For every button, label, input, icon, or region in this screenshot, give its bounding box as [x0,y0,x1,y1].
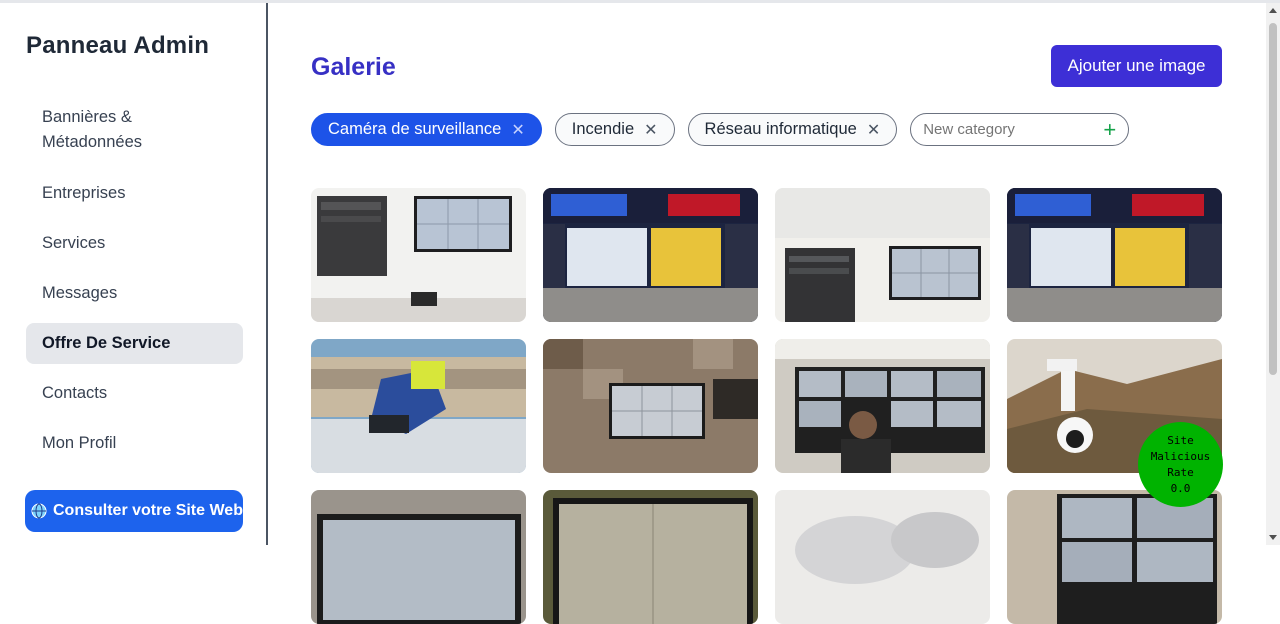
monitor-wall-photo [775,339,990,473]
gallery-image[interactable] [543,188,758,322]
sidebar-item-bannieres[interactable]: Bannières & Métadonnées [26,101,243,159]
new-category-field: + [910,113,1130,146]
sidebar-item-label: Services [42,234,106,252]
site-malicious-rate-badge: Site Malicious Rate 0.0 [1138,422,1223,507]
sidebar-item-entreprises[interactable]: Entreprises [26,173,243,214]
sidebar-item-services[interactable]: Services [26,223,243,264]
close-icon[interactable]: ✕ [644,120,657,140]
monitor-photo [543,490,758,624]
plus-icon[interactable]: + [1103,118,1116,141]
gallery-image[interactable] [775,188,990,322]
scrollbar-thumb[interactable] [1269,23,1277,375]
add-image-button[interactable]: Ajouter une image [1051,45,1222,87]
category-chip-label: Incendie [571,120,635,138]
sidebar-item-offre-de-service[interactable]: Offre De Service [26,323,243,364]
close-icon[interactable]: ✕ [511,120,524,140]
sidebar-item-label: Entreprises [42,184,126,202]
sidebar-item-label: Messages [42,284,118,302]
gallery-image[interactable] [543,490,758,624]
storefront-photo [543,188,758,322]
category-chip-label: Réseau informatique [704,120,857,138]
sidebar-title: Panneau Admin [26,32,210,59]
view-website-label: Consulter votre Site Web [53,502,243,519]
gallery-image[interactable] [1007,188,1222,322]
page-title: Galerie [311,53,396,81]
category-chip-label: Caméra de surveillance [328,120,502,138]
new-category-input[interactable] [923,121,1094,138]
category-chip[interactable]: Réseau informatique ✕ [687,113,898,146]
scroll-down-arrow-icon[interactable] [1269,535,1277,540]
badge-line: Rate [1167,465,1194,479]
gallery-image[interactable] [1007,490,1222,624]
monitor-wall-photo [1007,490,1222,624]
view-website-button[interactable]: Consulter votre Site Web [25,490,243,532]
rooftop-install-photo [311,339,526,473]
badge-value: 0.0 [1170,481,1191,495]
badge-line: Malicious [1150,449,1211,463]
sidebar-item-label: Métadonnées [42,133,142,151]
sidebar-item-contacts[interactable]: Contacts [26,373,243,414]
sidebar-item-label: Offre De Service [42,334,171,352]
gallery-image[interactable] [311,188,526,322]
gallery-image[interactable] [543,339,758,473]
sidebar-item-label: Contacts [42,384,108,402]
gallery-image[interactable] [311,339,526,473]
gallery-image[interactable] [775,339,990,473]
category-chips: Caméra de surveillance ✕ Incendie ✕ Rése… [311,113,1130,146]
gallery-grid [311,188,1223,624]
stone-wall-monitor-photo [543,339,758,473]
main-content: Galerie Ajouter une image Caméra de surv… [270,3,1266,624]
monitor-photo [311,490,526,624]
scroll-up-arrow-icon[interactable] [1269,8,1277,13]
sidebar-item-label: Mon Profil [42,434,117,452]
globe-icon [31,503,47,519]
sidebar-item-mon-profil[interactable]: Mon Profil [26,423,243,464]
sidebar-item-messages[interactable]: Messages [26,273,243,314]
camera-closeup-photo [775,490,990,624]
storefront-photo [1007,188,1222,322]
sidebar-nav: Bannières & Métadonnées Entreprises Serv… [26,101,243,464]
badge-line: Site [1167,433,1194,447]
gallery-image[interactable] [311,490,526,624]
cctv-rack-photo [775,188,990,322]
sidebar-item-label: Bannières & [42,108,132,126]
sidebar: Panneau Admin Bannières & Métadonnées En… [0,3,268,545]
gallery-image[interactable] [775,490,990,624]
page-scrollbar[interactable] [1266,3,1280,545]
close-icon[interactable]: ✕ [867,120,880,140]
category-chip[interactable]: Caméra de surveillance ✕ [311,113,542,146]
cctv-monitor-wall-photo [311,188,526,322]
category-chip[interactable]: Incendie ✕ [554,113,675,146]
